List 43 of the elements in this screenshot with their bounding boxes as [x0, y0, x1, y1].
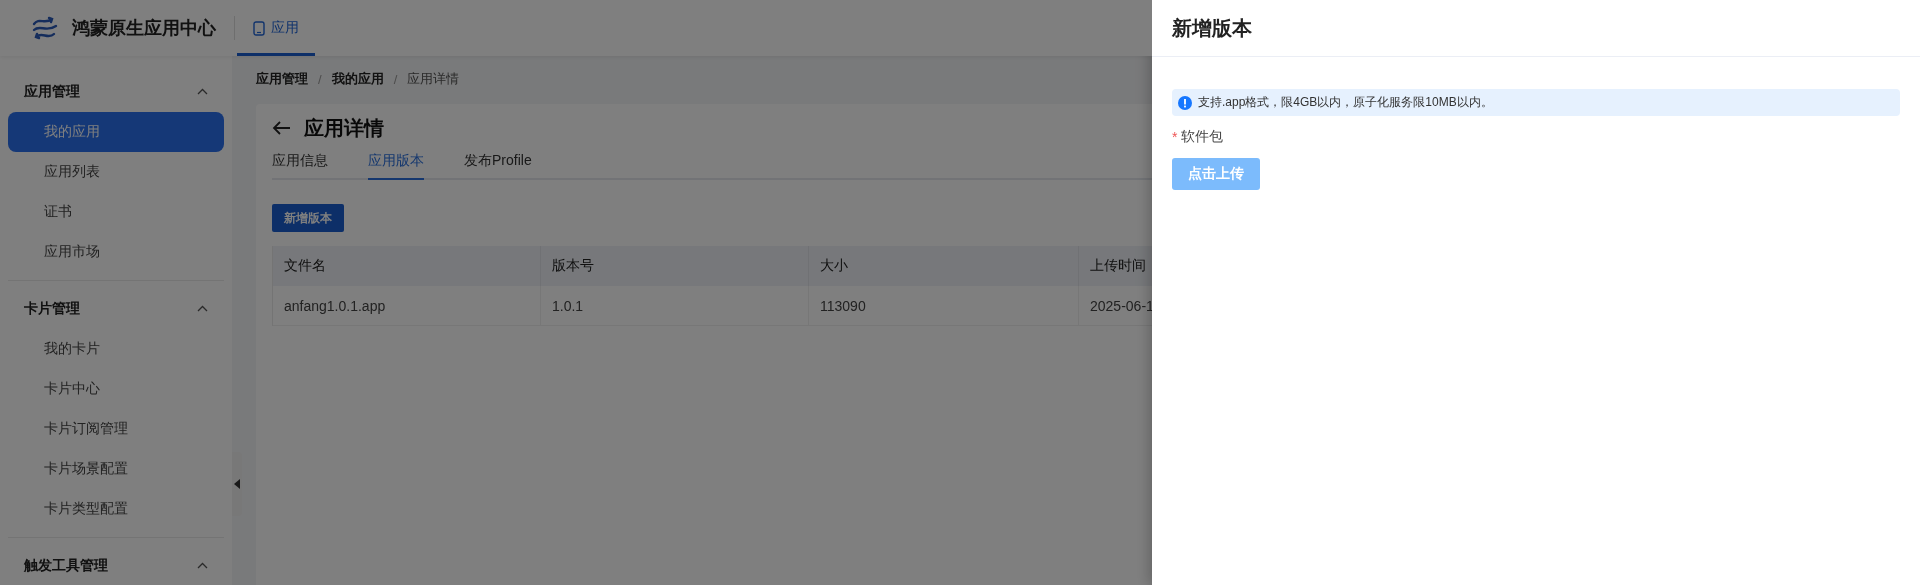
table-cell: 113090 — [809, 286, 1079, 326]
sidebar-group-title: 卡片管理 — [24, 300, 80, 318]
column-header: 上传时间 — [1079, 246, 1152, 286]
page-title: 应用详情 — [304, 115, 384, 141]
breadcrumb-separator: / — [393, 71, 398, 87]
sidebar-group-title: 触发工具管理 — [24, 557, 108, 575]
column-header: 版本号 — [541, 246, 809, 286]
drawer-title: 新增版本 — [1152, 0, 1920, 57]
tab[interactable]: 应用信息 — [272, 146, 328, 180]
sidebar-item[interactable]: 卡片订阅管理 — [8, 409, 224, 449]
breadcrumb-item[interactable]: 应用管理 — [256, 70, 308, 88]
chevron-icon[interactable] — [197, 562, 208, 570]
notice-text: 支持.app格式，限4GB以内，原子化服务限10MB以内。 — [1198, 94, 1493, 111]
chevron-icon[interactable] — [197, 88, 208, 96]
phone-icon — [253, 20, 265, 36]
sidebar-item[interactable]: 应用列表 — [8, 152, 224, 192]
table-cell: anfang1.0.1.app — [273, 286, 541, 326]
column-header: 文件名 — [273, 246, 541, 286]
sidebar-item[interactable]: 应用市场 — [8, 232, 224, 272]
chevron-icon[interactable] — [197, 305, 208, 313]
tab[interactable]: 发布Profile — [464, 146, 532, 180]
tab[interactable]: 应用版本 — [368, 146, 424, 180]
breadcrumb-item: 应用详情 — [407, 70, 460, 88]
info-icon — [1178, 95, 1192, 110]
field-label: 软件包 — [1181, 128, 1224, 146]
nav-tab[interactable]: 应用 — [237, 0, 315, 56]
sidebar-group-title: 应用管理 — [24, 83, 80, 101]
breadcrumb-separator: / — [318, 71, 322, 87]
triangle-icon — [233, 478, 241, 490]
breadcrumb-item[interactable]: 我的应用 — [331, 70, 384, 88]
back-arrow-icon[interactable] — [272, 120, 292, 136]
app-title: 鸿蒙原生应用中心 — [72, 17, 216, 40]
sidebar-item[interactable]: 证书 — [8, 192, 224, 232]
add-version-button[interactable]: 新增版本 — [272, 204, 344, 232]
required-mark: * — [1172, 129, 1178, 145]
sidebar-item[interactable]: 卡片类型配置 — [8, 489, 224, 529]
sidebar-item[interactable]: 我的卡片 — [8, 329, 224, 369]
logo-icon — [30, 15, 58, 41]
table-cell: 1.0.1 — [541, 286, 809, 326]
sidebar-item[interactable]: 我的应用 — [8, 112, 224, 152]
sidebar-item[interactable]: 卡片场景配置 — [8, 449, 224, 489]
sidebar-item[interactable]: 卡片中心 — [8, 369, 224, 409]
column-header: 大小 — [809, 246, 1079, 286]
